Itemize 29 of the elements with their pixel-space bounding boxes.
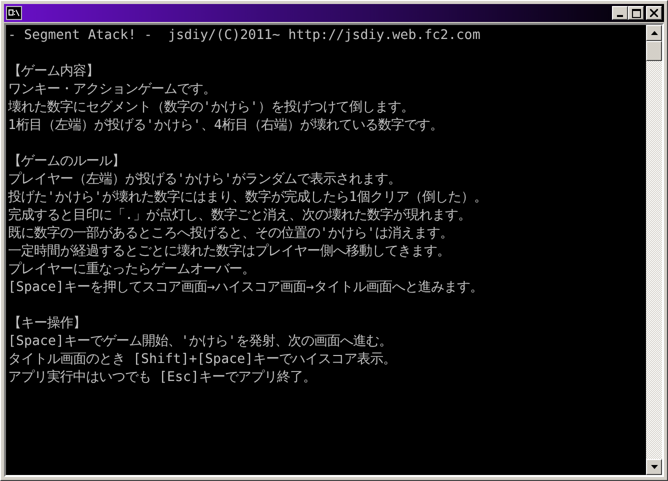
section-heading: 【ゲームのルール】: [8, 153, 126, 171]
maximize-icon: [632, 8, 640, 18]
vertical-scrollbar[interactable]: [646, 25, 662, 475]
text-line: [Space]キーを押してスコア画面→ハイスコア画面→タイトル画面へと進みます。: [8, 279, 484, 297]
section-heading: 【キー操作】: [8, 315, 87, 333]
text-line: 既に数字の一部があるところへ投げると、その位置の'かけら'は消えます。: [8, 225, 454, 243]
text-line: 投げた'かけら'が壊れた数字にはまり、数字が完成したら1個クリア（倒した）。: [8, 189, 488, 207]
text-line: アプリ実行中はいつでも [Esc]キーでアプリ終了。: [8, 369, 318, 387]
text-line: プレイヤーに重なったらゲームオーバー。: [8, 261, 256, 279]
text-line: プレイヤー（左端）が投げる'かけら'がランダムで表示されます。: [8, 171, 402, 189]
header-line: - Segment Atack! - jsdiy/(C)2011~ http://jsdiy.web.fc2.com: [8, 27, 482, 45]
text-line: 完成すると目印に「.」が点灯し、数字ごと消え、次の壊れた数字が現れます。: [8, 207, 472, 225]
minimize-button[interactable]: [612, 6, 628, 20]
maximize-button[interactable]: [628, 6, 644, 20]
text-line: 一定時間が経過するとごとに壊れた数字はプレイヤー側へ移動してきます。: [8, 243, 451, 261]
up-arrow-icon: [650, 31, 658, 35]
text-line: 1桁目（左端）が投げる'かけら'、4桁目（右端）が壊れている数字です。: [8, 117, 444, 135]
down-arrow-icon: [650, 465, 658, 469]
close-button[interactable]: [646, 6, 662, 20]
scroll-thumb[interactable]: [646, 41, 662, 61]
console-icon: [6, 6, 22, 20]
scroll-up-button[interactable]: [646, 25, 662, 41]
text-line: ワンキー・アクションゲームです。: [8, 81, 217, 99]
text-line: [Space]キーでゲーム開始、'かけら'を発射、次の画面へ進む。: [8, 333, 394, 351]
text-line: タイトル画面のとき [Shift]+[Space]キーでハイスコア表示。: [8, 351, 398, 369]
text-line: 壊れた数字にセグメント（数字の'かけら'）を投げつけて倒します。: [8, 99, 416, 117]
scroll-down-button[interactable]: [646, 459, 662, 475]
section-heading: 【ゲーム内容】: [8, 63, 100, 81]
close-icon: [650, 9, 658, 17]
